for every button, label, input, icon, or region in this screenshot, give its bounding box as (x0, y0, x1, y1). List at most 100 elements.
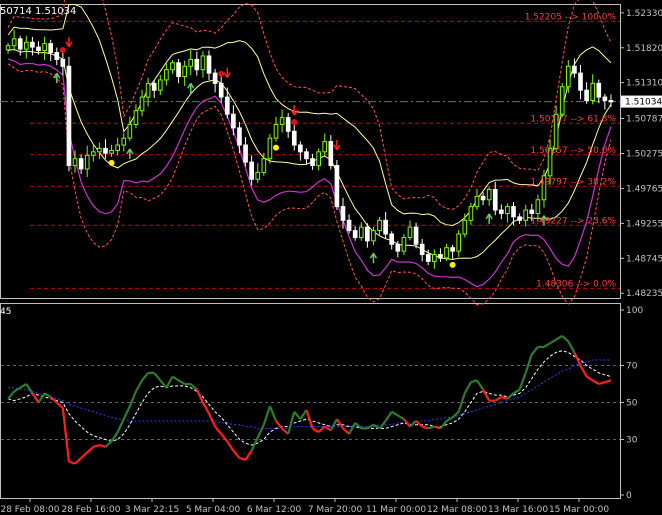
oscillator-segment (317, 425, 326, 433)
candle-body (462, 219, 468, 235)
candle-body (103, 147, 108, 154)
price-tick-label: 1.50787 (626, 114, 662, 124)
candle-body (5, 45, 11, 51)
oscillator-segment (134, 379, 143, 392)
fib-level-label: 1.50717 --> 61.8% (530, 114, 616, 124)
oscillator-segment (37, 392, 46, 404)
buy-signal-dot (108, 159, 115, 166)
candle-body (273, 123, 279, 139)
oscillator-segment (579, 364, 588, 378)
candle-body (127, 123, 133, 139)
candle-body (84, 154, 90, 170)
price-tick-label: 1.51310 (626, 79, 662, 89)
oscillator-segment (384, 411, 393, 422)
oscillator-segment (239, 456, 246, 461)
time-tick-label: 28 Feb 08:00 (0, 505, 59, 515)
candle-body (279, 117, 285, 125)
oscillator-segment (262, 405, 271, 426)
oscillator-segment (226, 440, 235, 452)
oscillator-tick-label: 0 (626, 491, 632, 501)
candle-body (523, 209, 529, 221)
oscillator-segment (19, 383, 27, 389)
candle-body (371, 230, 376, 242)
sell-signal-dot (291, 119, 298, 126)
candle-body (188, 58, 194, 67)
candle-body (249, 161, 254, 180)
oscillator-segment (116, 418, 125, 433)
fib-level-label: 1.52205 --> 100.0% (525, 12, 617, 22)
oscillator-segment (518, 372, 527, 390)
up-arrow-icon (53, 72, 61, 84)
candle-body (529, 209, 535, 214)
candle-body (36, 46, 41, 52)
fib-level-label: 1.48306 --> 0.0% (536, 279, 616, 289)
candle-body (365, 226, 370, 242)
up-arrow-icon (126, 148, 134, 159)
candle-body (584, 89, 589, 101)
candle-body (456, 233, 462, 252)
candle-body (310, 158, 315, 167)
candle-body (182, 65, 187, 78)
oscillator-segment (445, 416, 454, 422)
indicator-panel-frame (0, 303, 621, 499)
price-tick-label: 1.48235 (626, 289, 662, 299)
time-tick-label: 15 Mar 00:00 (549, 505, 609, 515)
time-tick-label: 28 Feb 16:00 (61, 505, 120, 515)
trading-chart-window: 1.52205 --> 100.0% 1.50717 --> 61.8% 1.502… (0, 0, 662, 515)
candle-body (78, 158, 84, 170)
candle-body (395, 243, 401, 252)
oscillator-segment (366, 423, 375, 430)
oscillator-segment (92, 443, 100, 448)
candle-body (42, 43, 47, 52)
oscillator-segment (549, 338, 557, 345)
oscillator-segment (141, 372, 149, 381)
candle-body (407, 226, 413, 238)
candle-body (559, 86, 565, 115)
candle-body (261, 158, 267, 173)
time-tick-label: 6 Mar 12:00 (247, 505, 302, 515)
oscillator-segment (244, 449, 253, 461)
oscillator-segment (391, 410, 399, 417)
candle-body (486, 189, 492, 201)
bollinger-bands (7, 0, 612, 306)
candle-body (170, 62, 175, 71)
candle-body (97, 147, 102, 153)
down-arrow-icon (65, 36, 73, 48)
oscillator-segment (25, 383, 34, 394)
candle-body (139, 96, 145, 112)
candle-body (383, 219, 388, 235)
oscillator-segment (49, 396, 58, 404)
oscillator-segment (56, 401, 64, 409)
candle-body (48, 43, 54, 54)
oscillator-segment (74, 457, 82, 465)
candle-body (224, 96, 230, 115)
time-axis: 28 Feb 08:00 28 Feb 16:00 3 Mar 22:15 5 Mar… (0, 498, 609, 515)
candle-body (72, 158, 78, 167)
candle-body (432, 254, 437, 262)
oscillator-segment (494, 396, 502, 402)
down-arrow-icon (223, 67, 231, 78)
candle-body (176, 62, 181, 78)
oscillator-segment (86, 446, 95, 454)
oscillator-segment (293, 411, 302, 420)
candle-body (243, 144, 248, 163)
oscillator-panel: 100 70 50 30 0 (1, 306, 643, 501)
oscillator-segment (512, 388, 521, 395)
candle-body (133, 110, 139, 125)
candle-body (206, 55, 212, 74)
candle-body (237, 127, 242, 146)
chart-canvas[interactable]: 1.52205 --> 100.0% 1.50717 --> 61.8% 1.502… (0, 0, 662, 515)
candle-body (572, 65, 577, 74)
candle-body (151, 82, 157, 91)
sell-signal-dot (59, 46, 66, 53)
up-arrow-icon (485, 213, 493, 224)
candle-body (328, 141, 334, 167)
oscillator-segment (153, 372, 162, 381)
oscillator-segment (311, 427, 320, 434)
candle-body (468, 206, 474, 221)
candles (5, 29, 614, 269)
oscillator-segment (604, 379, 612, 384)
candle-body (474, 195, 480, 208)
indicator-header-label: 45 (0, 307, 11, 317)
oscillator-segment (555, 334, 563, 341)
